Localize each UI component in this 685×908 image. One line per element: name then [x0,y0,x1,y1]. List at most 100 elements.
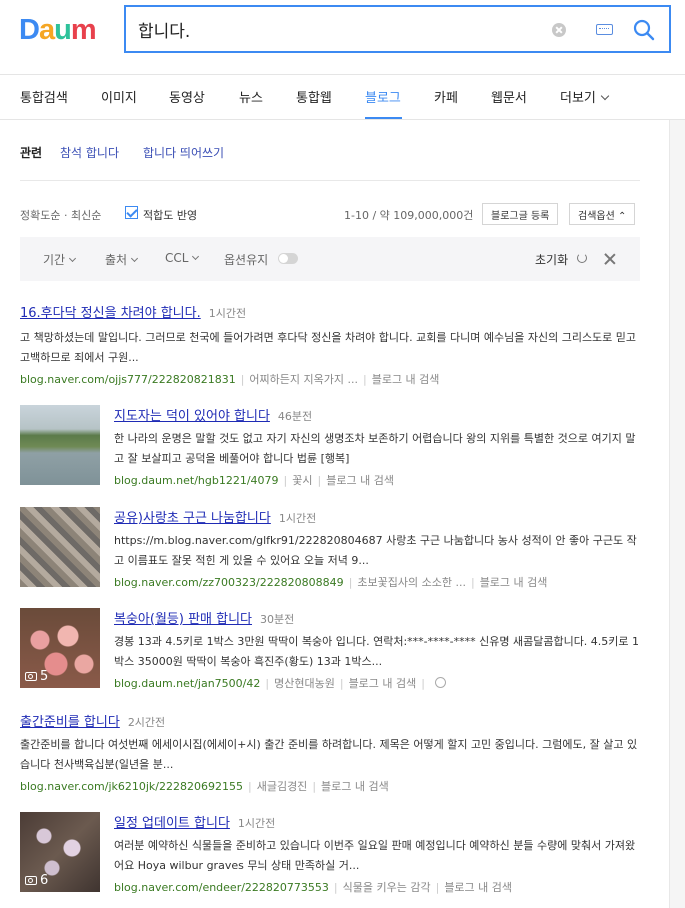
result-thumbnail[interactable] [20,405,100,485]
result-meta: blog.naver.com/ojjs777/222820821831 | 어찌하든… [20,373,440,386]
result-url[interactable]: blog.naver.com/zz700323/222820808849 [114,576,344,589]
result-blog-name[interactable]: 초보꽃집사의 소소한 ... [357,576,466,589]
sort-options[interactable]: 정확도순 · 최신순 [20,207,101,223]
result-meta: blog.naver.com/jk6210jk/222820692155 | 새글김… [20,780,389,793]
filter-bar: 기간 출처 CCL 옵션유지 초기화 [20,237,640,281]
related-link-2[interactable]: 합니다 띄어쓰기 [143,144,224,161]
related-title: 관련 [20,146,43,160]
result-title-text[interactable]: 16.후다닥 정신을 차려야 합니다. [20,306,201,321]
chevron-down-icon [192,252,200,261]
camera-icon [25,672,37,681]
tab-blog[interactable]: 블로그 [365,87,401,106]
result-blog-name[interactable]: 새글김경진 [257,780,308,793]
result-title[interactable]: 16.후다닥 정신을 차려야 합니다. 1시간전 [20,302,246,321]
scrollbar[interactable] [669,120,685,908]
relevance-checkbox[interactable] [125,206,138,219]
result-desc: 경봉 13과 4.5키로 1박스 3만원 딱딱이 복숭아 입니다. 연락처:**… [114,635,640,668]
register-blog-button[interactable]: 블로그글 등록 [482,203,559,225]
reset-button[interactable]: 초기화 [535,251,568,268]
result-meta: blog.daum.net/hgb1221/4079 | 꽃시 | 블로그 내 검색 [114,474,394,487]
filter-source[interactable]: 출처 [105,251,139,268]
result-title[interactable]: 지도자는 덕이 있어야 합니다 46분전 [114,405,312,424]
blog-inner-search[interactable]: 블로그 내 검색 [480,576,548,589]
blog-inner-search[interactable]: 블로그 내 검색 [444,881,512,894]
photo-count: 5 [25,669,48,684]
keep-options-toggle[interactable] [278,253,298,264]
filter-period[interactable]: 기간 [43,251,77,268]
result-desc: 고 책망하셨는데 말입니다. 그러므로 천국에 들어가려면 후다닥 정신을 차려… [20,331,637,364]
result-blog-name[interactable]: 꽃시 [292,474,312,487]
chevron-down-icon [69,254,77,263]
result-time: 2시간전 [127,716,166,729]
refresh-icon[interactable] [577,253,587,263]
result-title-text[interactable]: 출간준비를 합니다 [20,715,120,730]
chevron-down-icon [131,254,139,263]
search-options-button[interactable]: 검색옵션 ⌃ [569,203,636,225]
result-thumbnail[interactable]: 5 [20,608,100,688]
result-blog-name[interactable]: 명산현대농원 [274,677,335,690]
photo-count-value: 6 [40,873,49,888]
filter-ccl-label: CCL [165,251,189,265]
filter-period-label: 기간 [43,253,66,267]
result-count: 1-10 / 약 109,000,000건 [344,209,474,222]
clear-icon[interactable] [552,23,566,37]
filter-ccl[interactable]: CCL [165,251,200,265]
search-input[interactable] [138,16,538,42]
result-title-text[interactable]: 복숭아(월등) 판매 합니다 [114,612,252,627]
blog-inner-search[interactable]: 블로그 내 검색 [326,474,394,487]
blog-inner-search[interactable]: 블로그 내 검색 [321,780,389,793]
chevron-down-icon [600,91,610,101]
tab-integrated[interactable]: 통합검색 [20,87,68,106]
active-tab-indicator [365,117,402,119]
result-url[interactable]: blog.naver.com/ojjs777/222820821831 [20,373,236,386]
close-icon[interactable] [603,252,617,266]
photo-count: 6 [25,873,48,888]
result-desc: 한 나라의 운명은 말할 것도 없고 자기 자신의 생명조차 보존하기 어렵습니… [114,432,636,465]
result-time: 46분전 [277,410,313,423]
info-icon[interactable] [435,677,446,688]
result-time: 1시간전 [278,512,317,525]
tab-bar: 통합검색 이미지 동영상 뉴스 통합웹 블로그 카페 웹문서 더보기 [0,76,685,120]
camera-icon [25,876,37,885]
result-time: 1시간전 [208,307,247,320]
result-meta: blog.naver.com/endeer/222820773553 | 식물을 키… [114,881,513,894]
tab-more-label: 더보기 [560,91,596,106]
result-meta: blog.daum.net/jan7500/42 | 명산현대농원 | 블로그 내 검색… [114,675,446,691]
header: Daum [0,0,685,75]
result-thumbnail[interactable]: 6 [20,812,100,892]
result-title-text[interactable]: 일정 업데이트 합니다 [114,816,230,831]
photo-count-value: 5 [40,669,49,684]
result-thumbnail[interactable] [20,507,100,587]
result-title[interactable]: 출간준비를 합니다 2시간전 [20,711,165,730]
tab-video[interactable]: 동영상 [169,87,205,106]
tab-more[interactable]: 더보기 [560,87,610,106]
blog-inner-search[interactable]: 블로그 내 검색 [349,677,417,690]
keep-options-label[interactable]: 옵션유지 [224,251,268,268]
result-blog-name[interactable]: 어찌하든지 지옥가지 ... [249,373,358,386]
tab-cafe[interactable]: 카페 [434,87,458,106]
result-time: 30분전 [260,613,295,626]
daum-logo[interactable]: Daum [19,14,97,47]
keyboard-icon[interactable] [596,24,613,35]
related-link-1[interactable]: 참석 합니다 [60,144,119,161]
tab-webdocs[interactable]: 웹문서 [491,87,527,106]
result-url[interactable]: blog.daum.net/hgb1221/4079 [114,474,279,487]
divider [20,180,640,181]
result-url[interactable]: blog.naver.com/jk6210jk/222820692155 [20,780,243,793]
result-time: 1시간전 [237,817,276,830]
result-blog-name[interactable]: 식물을 키우는 감각 [343,881,431,894]
tab-news[interactable]: 뉴스 [239,87,263,106]
result-title-text[interactable]: 공유)사랑초 구근 나눔합니다 [114,511,271,526]
result-title-text[interactable]: 지도자는 덕이 있어야 합니다 [114,409,270,424]
tab-web[interactable]: 통합웹 [296,87,332,106]
blog-inner-search[interactable]: 블로그 내 검색 [372,373,440,386]
result-title[interactable]: 일정 업데이트 합니다 1시간전 [114,812,275,831]
relevance-checkbox-label[interactable]: 적합도 반영 [143,207,197,223]
result-url[interactable]: blog.daum.net/jan7500/42 [114,677,260,690]
tab-images[interactable]: 이미지 [101,87,137,106]
result-title[interactable]: 복숭아(월등) 판매 합니다 30분전 [114,608,294,627]
result-title[interactable]: 공유)사랑초 구근 나눔합니다 1시간전 [114,507,316,526]
result-desc: 여러분 예약하신 식물들을 준비하고 있습니다 이번주 일요일 판매 예정입니다… [114,839,636,872]
result-url[interactable]: blog.naver.com/endeer/222820773553 [114,881,329,894]
search-icon[interactable] [631,17,657,43]
